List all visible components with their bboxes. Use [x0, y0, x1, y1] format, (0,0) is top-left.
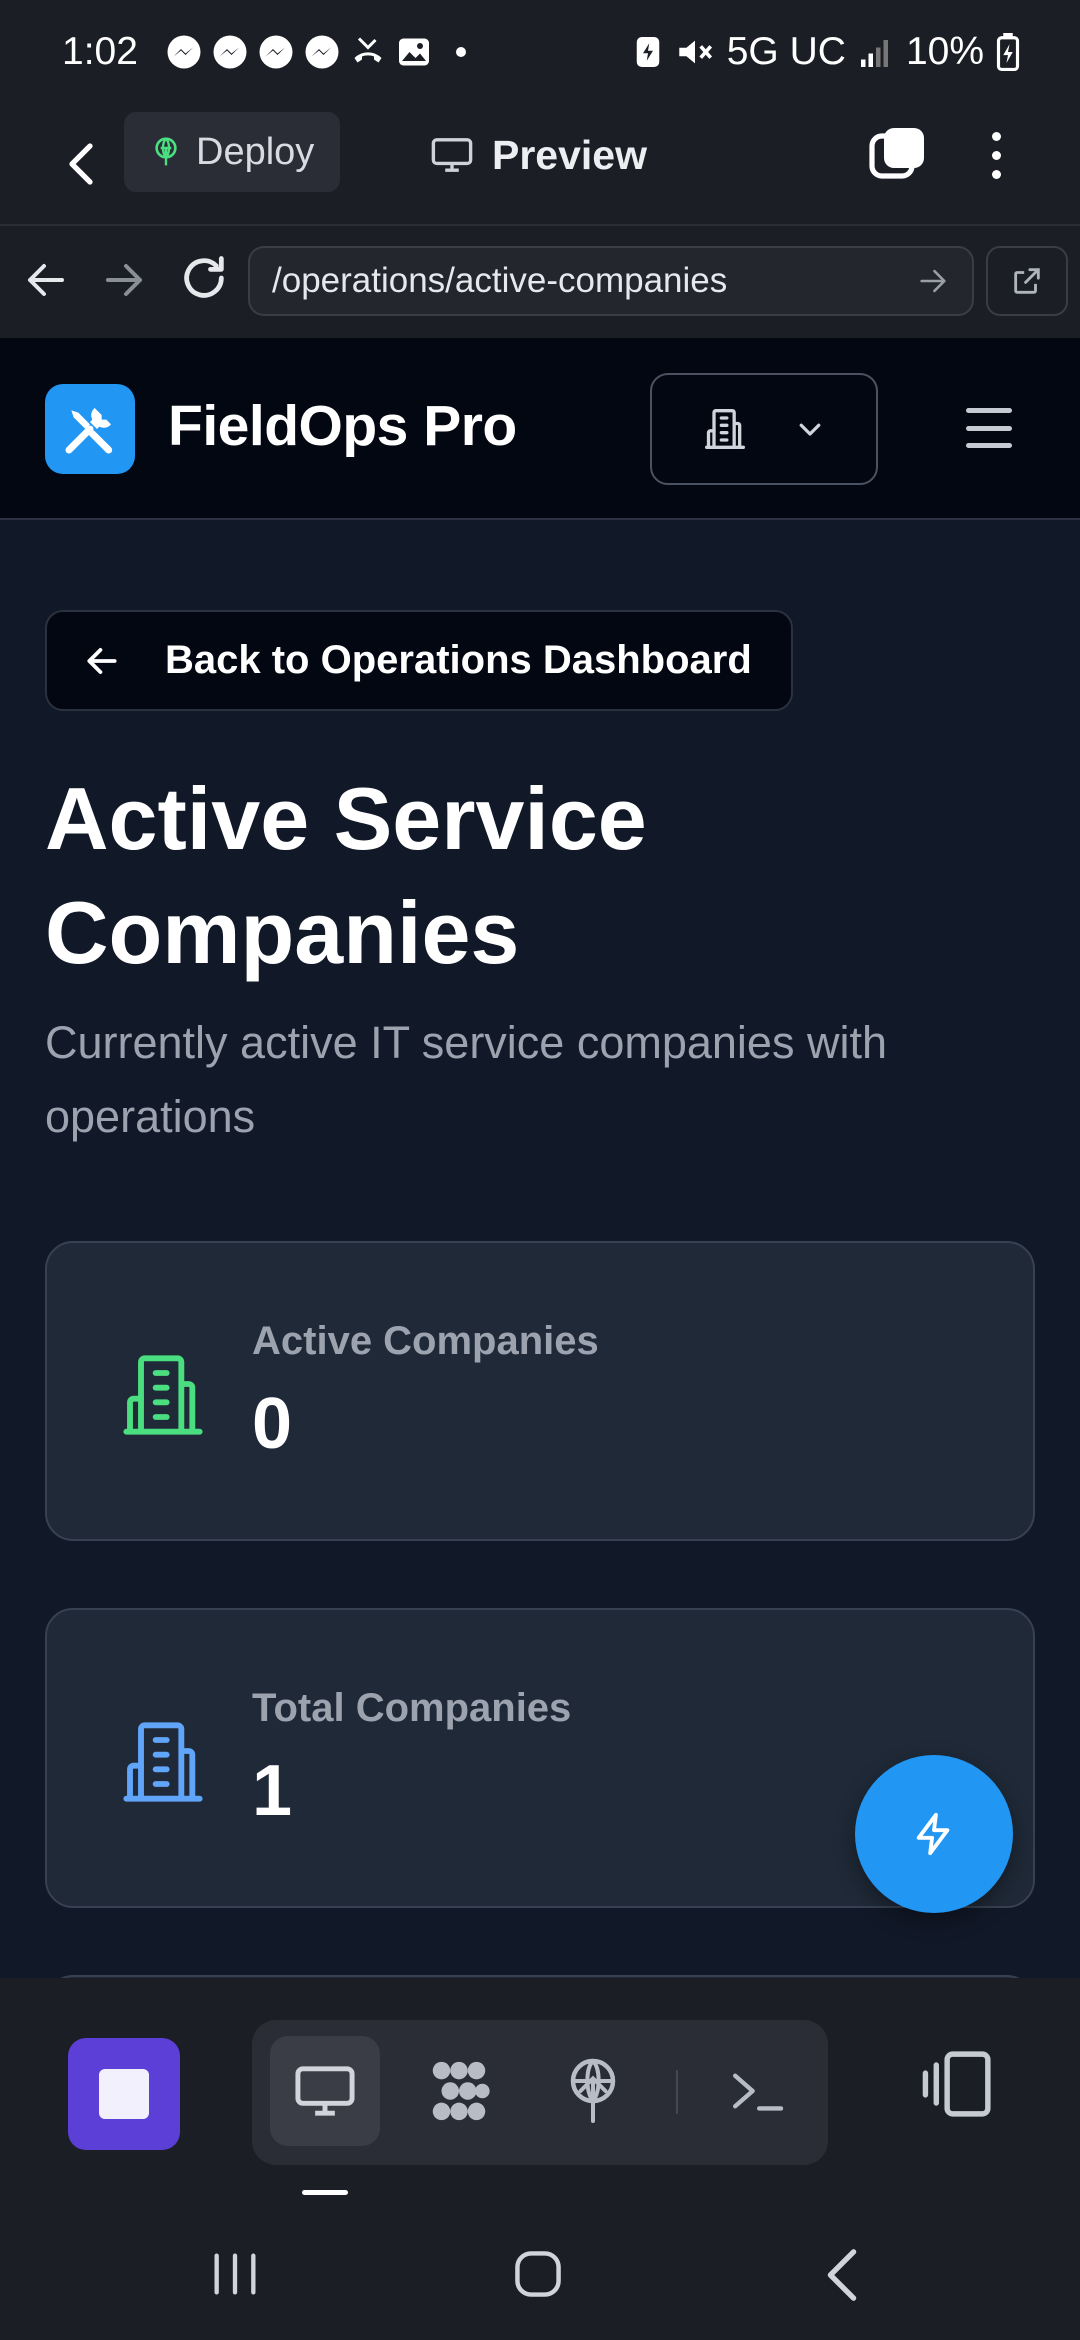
menu-icon[interactable] — [966, 408, 1012, 448]
deploy-button[interactable]: Deploy — [124, 112, 341, 192]
stop-button[interactable] — [68, 2038, 180, 2150]
close-preview-button[interactable] — [56, 134, 106, 194]
recent-apps-icon[interactable] — [210, 2252, 260, 2296]
quick-action-button[interactable] — [855, 1755, 1013, 1913]
chevron-down-icon — [799, 423, 821, 436]
external-link-icon — [1014, 268, 1040, 294]
mute-icon — [679, 40, 712, 64]
status-bar: 1:02 5G UC 10% — [0, 0, 1080, 104]
status-time: 1:02 — [62, 30, 138, 73]
tools-icon — [65, 408, 113, 454]
menu-line — [966, 443, 1012, 448]
monitor-icon — [295, 2066, 355, 2116]
missed-call-icon — [354, 37, 382, 63]
site-header: FieldOps Pro — [0, 338, 1080, 520]
tabs-button[interactable] — [868, 124, 928, 186]
system-navigation-bar — [0, 2200, 1080, 2340]
stat-value: 1 — [252, 1751, 293, 1831]
go-arrow-icon[interactable] — [916, 264, 950, 298]
home-icon[interactable] — [514, 2250, 562, 2298]
network-type: 5G UC — [726, 30, 846, 73]
agent-tool-button[interactable] — [404, 2036, 514, 2146]
deploy-icon — [155, 137, 177, 166]
signal-icon — [860, 40, 888, 67]
active-companies-card: Active Companies 0 — [45, 1241, 1035, 1541]
preview-label: Preview — [492, 131, 647, 178]
deploy-label: Deploy — [196, 130, 315, 173]
tool-group — [252, 2020, 828, 2165]
stat-value: 0 — [252, 1384, 293, 1464]
page-title: Active Service Companies — [45, 769, 647, 982]
arrow-left-icon — [87, 647, 117, 674]
image-icon — [398, 38, 429, 66]
arrow-left-icon[interactable] — [22, 256, 70, 304]
browser-app-bar: Deploy Preview — [0, 104, 1080, 224]
more-notifications-dot — [455, 47, 466, 57]
company-selector[interactable] — [650, 373, 878, 485]
deploy-icon — [570, 2058, 616, 2123]
lightning-icon — [916, 1812, 950, 1856]
battery-saver-icon — [636, 37, 659, 67]
deploy-tool-button[interactable] — [538, 2036, 648, 2146]
messenger-icon — [213, 35, 247, 69]
brand-name: FieldOps Pro — [168, 394, 517, 458]
active-tab-indicator — [302, 2190, 348, 2195]
stat-label: Active Companies — [252, 1319, 599, 1363]
building-icon — [705, 409, 745, 449]
shell-tool-button[interactable] — [702, 2036, 812, 2146]
messenger-icon — [167, 35, 201, 69]
building-icon — [123, 1355, 203, 1435]
messenger-icon — [305, 35, 339, 69]
back-icon[interactable] — [822, 2248, 862, 2302]
app-logo[interactable] — [45, 384, 135, 474]
url-bar: /operations/active-companies — [0, 224, 1080, 338]
monitor-icon — [431, 138, 473, 172]
preview-tab[interactable]: Preview — [430, 122, 647, 188]
dot — [991, 150, 1001, 160]
back-label: Back to Operations Dashboard — [165, 638, 752, 682]
bottom-toolbar — [0, 1978, 1080, 2200]
more-options-button[interactable] — [976, 124, 1016, 186]
open-external-button[interactable] — [986, 246, 1068, 316]
dot — [991, 131, 1001, 141]
battery-icon — [996, 33, 1020, 71]
menu-line — [966, 408, 1012, 413]
preview-tool-button[interactable] — [270, 2036, 380, 2146]
terminal-icon — [733, 2073, 784, 2111]
stat-label: Total Companies — [252, 1686, 572, 1730]
cluster-icon — [432, 2061, 490, 2121]
building-icon — [123, 1722, 203, 1802]
devices-icon[interactable] — [920, 2046, 996, 2122]
url-text: /operations/active-companies — [272, 261, 728, 300]
reload-icon[interactable] — [178, 252, 230, 304]
tool-separator — [676, 2070, 678, 2114]
tabs-icon — [869, 128, 924, 179]
menu-line — [966, 425, 1012, 431]
url-input[interactable]: /operations/active-companies — [248, 246, 974, 316]
dot — [991, 169, 1001, 179]
messenger-icon — [259, 35, 293, 69]
chevron-left-icon — [69, 143, 93, 185]
stop-icon — [99, 2069, 149, 2119]
notification-icons — [166, 34, 466, 70]
arrow-right-icon[interactable] — [100, 256, 148, 304]
battery-percent: 10% — [905, 30, 984, 73]
back-to-dashboard-button[interactable]: Back to Operations Dashboard — [45, 610, 793, 711]
page-subtitle: Currently active IT service companies wi… — [45, 1017, 887, 1142]
